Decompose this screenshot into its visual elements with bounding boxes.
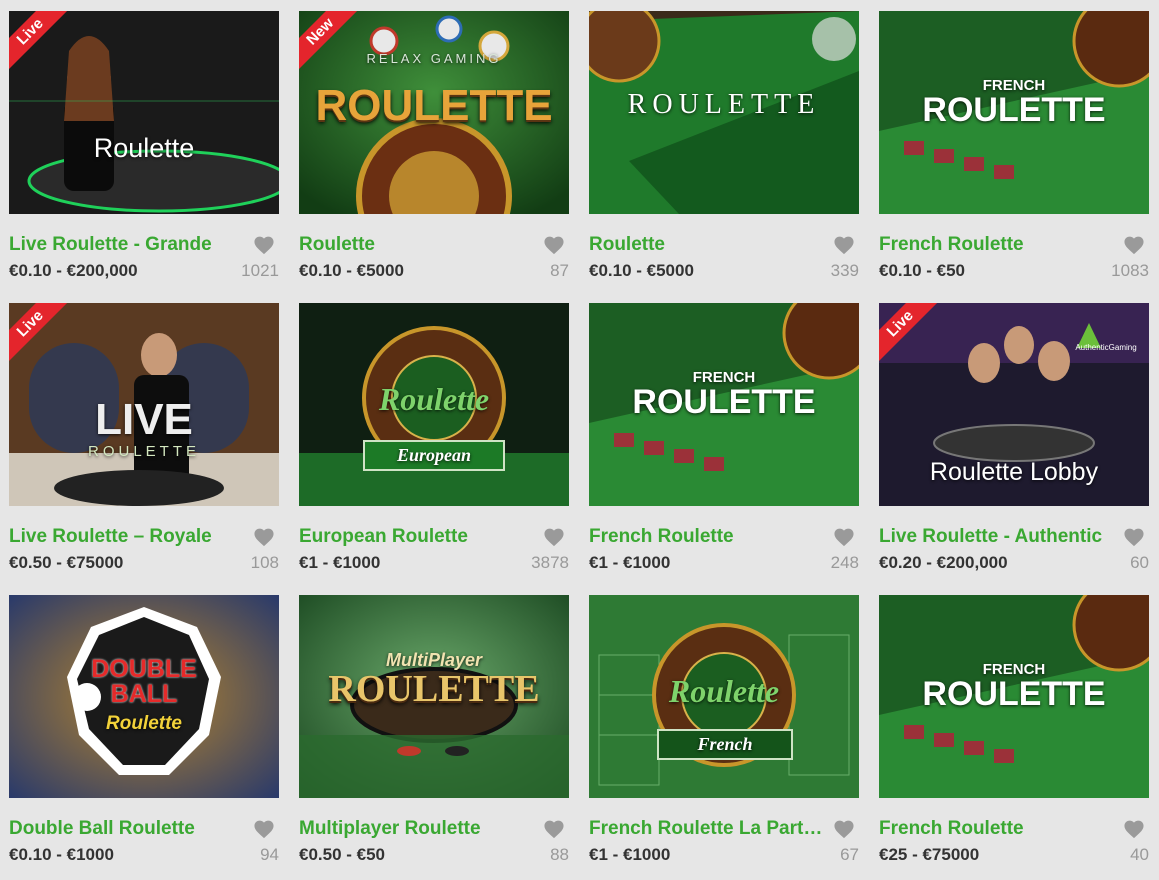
thumbnail-title: ROULETTE <box>328 668 540 710</box>
game-card[interactable]: AuthenticGaming Roulette Lobby Live Live… <box>879 303 1149 588</box>
stake-range: €0.10 - €5000 <box>589 261 694 280</box>
thumbnail-subtitle: RELAX GAMING <box>366 51 502 66</box>
thumbnail-subtitle: Roulette <box>106 713 182 734</box>
game-thumbnail[interactable]: Roulette European <box>299 303 569 506</box>
thumbnail-title: Roulette <box>378 381 490 417</box>
game-thumbnail[interactable]: MultiPlayer ROULETTE <box>299 595 569 798</box>
like-count: 67 <box>840 845 859 864</box>
game-name[interactable]: Roulette <box>589 234 829 256</box>
heart-icon[interactable] <box>833 527 855 547</box>
game-thumbnail[interactable]: DOUBLE BALL Roulette <box>9 595 279 798</box>
stake-range: €0.50 - €50 <box>299 845 386 864</box>
like-count: 87 <box>550 261 569 280</box>
thumbnail-title: DOUBLE BALL <box>91 655 197 708</box>
heart-icon[interactable] <box>253 527 275 547</box>
game-thumbnail[interactable]: Roulette French <box>589 595 859 798</box>
game-thumbnail[interactable]: ROULETTE <box>589 11 859 214</box>
game-name[interactable]: Double Ball Roulette <box>9 818 249 840</box>
game-name[interactable]: European Roulette <box>299 526 539 548</box>
stake-range: €0.10 - €5000 <box>299 261 404 280</box>
game-name[interactable]: French Roulette <box>879 234 1119 256</box>
stake-range: €0.10 - €50 <box>879 261 966 280</box>
game-name[interactable]: French Roulette <box>589 526 829 548</box>
game-card[interactable]: FRENCH ROULETTE French Roulette €25 - €7… <box>879 595 1149 880</box>
game-card[interactable]: Roulette European European Roulette €1 -… <box>299 303 569 588</box>
like-count: 60 <box>1130 553 1149 572</box>
like-count: 88 <box>550 845 569 864</box>
heart-icon[interactable] <box>833 235 855 255</box>
game-thumbnail[interactable]: Roulette Live <box>9 11 279 214</box>
game-name[interactable]: Live Roulette – Royale <box>9 526 249 548</box>
stake-range: €25 - €75000 <box>879 845 980 864</box>
game-name[interactable]: Live Roulette - Authentic <box>879 526 1119 548</box>
like-count: 248 <box>830 553 859 572</box>
heart-icon[interactable] <box>253 235 275 255</box>
game-card[interactable]: RELAX GAMING ROULETTE New Roulette €0.10… <box>299 11 569 296</box>
like-count: 94 <box>260 845 279 864</box>
game-thumbnail[interactable]: AuthenticGaming Roulette Lobby Live <box>879 303 1149 506</box>
heart-icon[interactable] <box>543 235 565 255</box>
thumbnail-title: ROULETTE <box>632 383 816 421</box>
like-count: 1021 <box>241 261 279 280</box>
thumbnail-title: LIVE <box>95 395 193 444</box>
stake-range: €0.50 - €75000 <box>9 553 124 572</box>
game-thumbnail[interactable]: FRENCH ROULETTE <box>589 303 859 506</box>
game-card[interactable]: Roulette French French Roulette La Parta… <box>589 595 859 880</box>
thumbnail-title: Roulette <box>668 673 780 709</box>
game-card[interactable]: FRENCH ROULETTE French Roulette €0.10 - … <box>879 11 1149 296</box>
stake-range: €1 - €1000 <box>299 553 381 572</box>
game-thumbnail[interactable]: LIVE ROULETTE Live <box>9 303 279 506</box>
like-count: 40 <box>1130 845 1149 864</box>
game-name[interactable]: French Roulette <box>879 818 1119 840</box>
thumbnail-title: Roulette <box>93 133 195 163</box>
thumbnail-art <box>9 11 279 214</box>
thumbnail-subtitle: European <box>363 440 505 471</box>
game-thumbnail[interactable]: RELAX GAMING ROULETTE New <box>299 11 569 214</box>
game-card[interactable]: ROULETTE Roulette €0.10 - €5000 339 <box>589 11 859 296</box>
stake-range: €1 - €1000 <box>589 845 671 864</box>
game-card[interactable]: DOUBLE BALL Roulette Double Ball Roulett… <box>9 595 279 880</box>
heart-icon[interactable] <box>253 819 275 839</box>
game-card[interactable]: FRENCH ROULETTE French Roulette €1 - €10… <box>589 303 859 588</box>
game-thumbnail[interactable]: FRENCH ROULETTE <box>879 11 1149 214</box>
thumbnail-subtitle: French <box>657 729 793 760</box>
thumbnail-title: Roulette Lobby <box>929 458 1099 486</box>
game-name[interactable]: French Roulette La Partage <box>589 818 829 840</box>
thumbnail-title: ROULETTE <box>315 81 553 130</box>
provider-logo-text: AuthenticGaming <box>1075 343 1137 352</box>
game-name[interactable]: Roulette <box>299 234 539 256</box>
game-name[interactable]: Live Roulette - Grande <box>9 234 249 256</box>
stake-range: €0.10 - €1000 <box>9 845 114 864</box>
heart-icon[interactable] <box>833 819 855 839</box>
stake-range: €0.20 - €200,000 <box>879 553 1008 572</box>
heart-icon[interactable] <box>1123 819 1145 839</box>
game-name[interactable]: Multiplayer Roulette <box>299 818 539 840</box>
heart-icon[interactable] <box>1123 527 1145 547</box>
stake-range: €0.10 - €200,000 <box>9 261 138 280</box>
heart-icon[interactable] <box>1123 235 1145 255</box>
thumbnail-title: ROULETTE <box>627 89 821 120</box>
like-count: 1083 <box>1111 261 1149 280</box>
thumbnail-subtitle: ROULETTE <box>87 443 200 460</box>
thumbnail-title: ROULETTE <box>922 675 1106 713</box>
thumbnail-title: ROULETTE <box>922 91 1106 129</box>
game-card[interactable]: MultiPlayer ROULETTE Multiplayer Roulett… <box>299 595 569 880</box>
heart-icon[interactable] <box>543 527 565 547</box>
heart-icon[interactable] <box>543 819 565 839</box>
like-count: 3878 <box>531 553 569 572</box>
stake-range: €1 - €1000 <box>589 553 671 572</box>
game-card[interactable]: Roulette Live Live Roulette - Grande €0.… <box>9 11 279 296</box>
like-count: 339 <box>830 261 859 280</box>
game-grid: Roulette Live Live Roulette - Grande €0.… <box>0 0 1159 878</box>
game-card[interactable]: LIVE ROULETTE Live Live Roulette – Royal… <box>9 303 279 588</box>
like-count: 108 <box>250 553 279 572</box>
game-thumbnail[interactable]: FRENCH ROULETTE <box>879 595 1149 798</box>
